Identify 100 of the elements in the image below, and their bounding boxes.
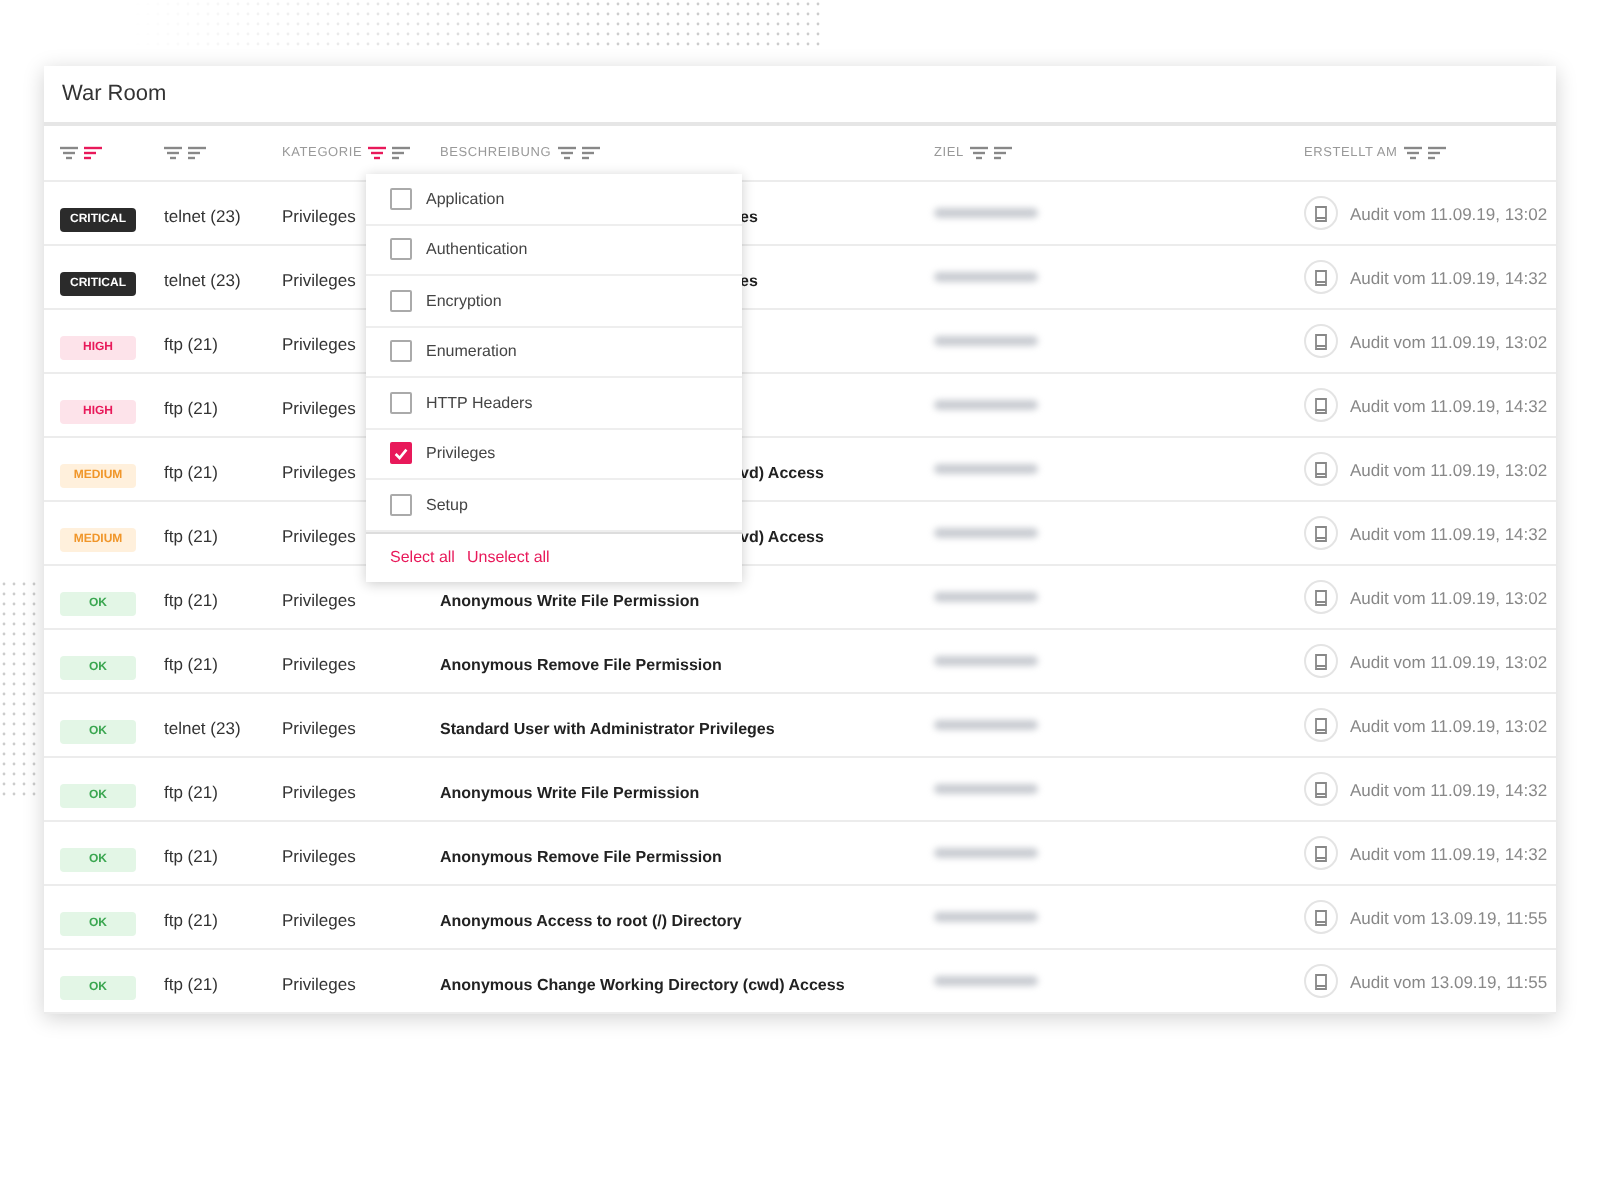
checkbox[interactable] [390,289,412,312]
created-date: Audit vom 11.09.19, 13:02 [1350,715,1548,735]
filter-icon[interactable] [368,146,387,160]
category-cell: Privileges [282,269,356,289]
sort-icon[interactable] [188,146,206,160]
document-icon [1314,909,1328,925]
description-cell: Anonymous Write File Permission [440,783,700,801]
audit-button[interactable] [1304,388,1338,422]
service-cell: ftp (21) [164,589,218,609]
action-link[interactable]: Select all [390,548,455,566]
description-cell: vd) Access [740,463,824,481]
redacted-text [934,336,1038,346]
filter-icon[interactable] [164,146,182,160]
created-date: Audit vom 11.09.19, 14:32 [1350,843,1548,863]
service-cell: ftp (21) [164,461,218,481]
category-cell: Privileges [282,589,356,609]
filter-option[interactable]: Encryption [426,291,502,310]
service-cell: telnet (23) [164,717,241,737]
filter-option[interactable]: Application [426,189,505,208]
created-date: Audit vom 11.09.19, 14:32 [1350,267,1548,287]
checkbox[interactable] [390,391,412,414]
audit-button[interactable] [1304,644,1338,678]
audit-button[interactable] [1304,836,1338,870]
sort-icon[interactable] [581,146,600,160]
created-date: Audit vom 11.09.19, 13:02 [1350,203,1548,223]
sort-icon[interactable] [392,146,411,160]
checkbox[interactable] [390,493,412,516]
audit-button[interactable] [1304,708,1338,742]
redacted-text [934,208,1038,218]
created-date: Audit vom 11.09.19, 14:32 [1350,523,1548,543]
service-cell: ftp (21) [164,525,218,545]
category-cell: Privileges [282,781,356,801]
service-cell: ftp (21) [164,397,218,417]
filter-option[interactable]: HTTP Headers [426,393,533,412]
document-icon [1314,717,1328,733]
redacted-text [934,528,1038,538]
description-cell: Anonymous Change Working Directory (cwd) Access [440,975,845,993]
checkbox[interactable] [390,442,412,465]
filter-option[interactable]: Privileges [426,444,496,463]
redacted-text [934,592,1038,602]
category-cell: Privileges [282,333,356,353]
checkbox[interactable] [390,187,412,210]
created-date: Audit vom 11.09.19, 13:02 [1350,331,1548,351]
audit-button[interactable] [1304,196,1338,230]
category-cell: Privileges [282,973,356,993]
audit-button[interactable] [1304,964,1338,998]
redacted-text [934,656,1038,666]
audit-button[interactable] [1304,580,1338,614]
service-cell: ftp (21) [164,845,218,865]
description-cell: Anonymous Write File Permission [440,591,700,609]
document-icon [1314,589,1328,605]
sort-icon[interactable] [84,146,102,160]
sort-icon[interactable] [1427,146,1446,160]
created-date: Audit vom 13.09.19, 11:55 [1350,971,1548,991]
audit-button[interactable] [1304,452,1338,486]
description-cell: vd) Access [740,527,824,545]
document-icon [1314,397,1328,413]
redacted-text [934,848,1038,858]
created-date: Audit vom 11.09.19, 13:02 [1350,651,1548,671]
window-title: War Room [62,82,167,106]
category-cell: Privileges [282,525,356,545]
description-cell: Anonymous Remove File Permission [440,655,722,673]
redacted-text [934,976,1038,986]
filter-option[interactable]: Enumeration [426,342,517,361]
filter-icon[interactable] [969,146,988,160]
description-cell: Anonymous Access to root (/) Directory [440,911,742,929]
redacted-text [934,400,1038,410]
filter-icon[interactable] [557,146,576,160]
audit-button[interactable] [1304,772,1338,806]
document-icon [1314,973,1328,989]
service-cell: ftp (21) [164,973,218,993]
description-cell: Anonymous Remove File Permission [440,847,722,865]
filter-option[interactable]: Authentication [426,240,528,259]
document-icon [1314,205,1328,221]
audit-button[interactable] [1304,900,1338,934]
document-icon [1314,333,1328,349]
created-date: Audit vom 13.09.19, 11:55 [1350,907,1548,927]
document-icon [1314,525,1328,541]
filter-option[interactable]: Setup [426,495,468,514]
category-cell: Privileges [282,909,356,929]
service-cell: ftp (21) [164,653,218,673]
service-cell: ftp (21) [164,781,218,801]
created-date: Audit vom 11.09.19, 13:02 [1350,587,1548,607]
category-cell: Privileges [282,461,356,481]
redacted-text [934,272,1038,282]
audit-button[interactable] [1304,324,1338,358]
audit-button[interactable] [1304,516,1338,550]
document-icon [1314,845,1328,861]
checkbox[interactable] [390,238,412,261]
filter-icon[interactable] [1403,146,1422,160]
created-date: Audit vom 11.09.19, 14:32 [1350,395,1548,415]
document-icon [1314,269,1328,285]
audit-button[interactable] [1304,260,1338,294]
checkbox[interactable] [390,340,412,363]
action-link[interactable]: Unselect all [466,548,550,566]
sort-icon[interactable] [993,146,1012,160]
redacted-text [934,784,1038,794]
filter-icon[interactable] [60,146,78,160]
document-icon [1314,781,1328,797]
document-icon [1314,653,1328,669]
